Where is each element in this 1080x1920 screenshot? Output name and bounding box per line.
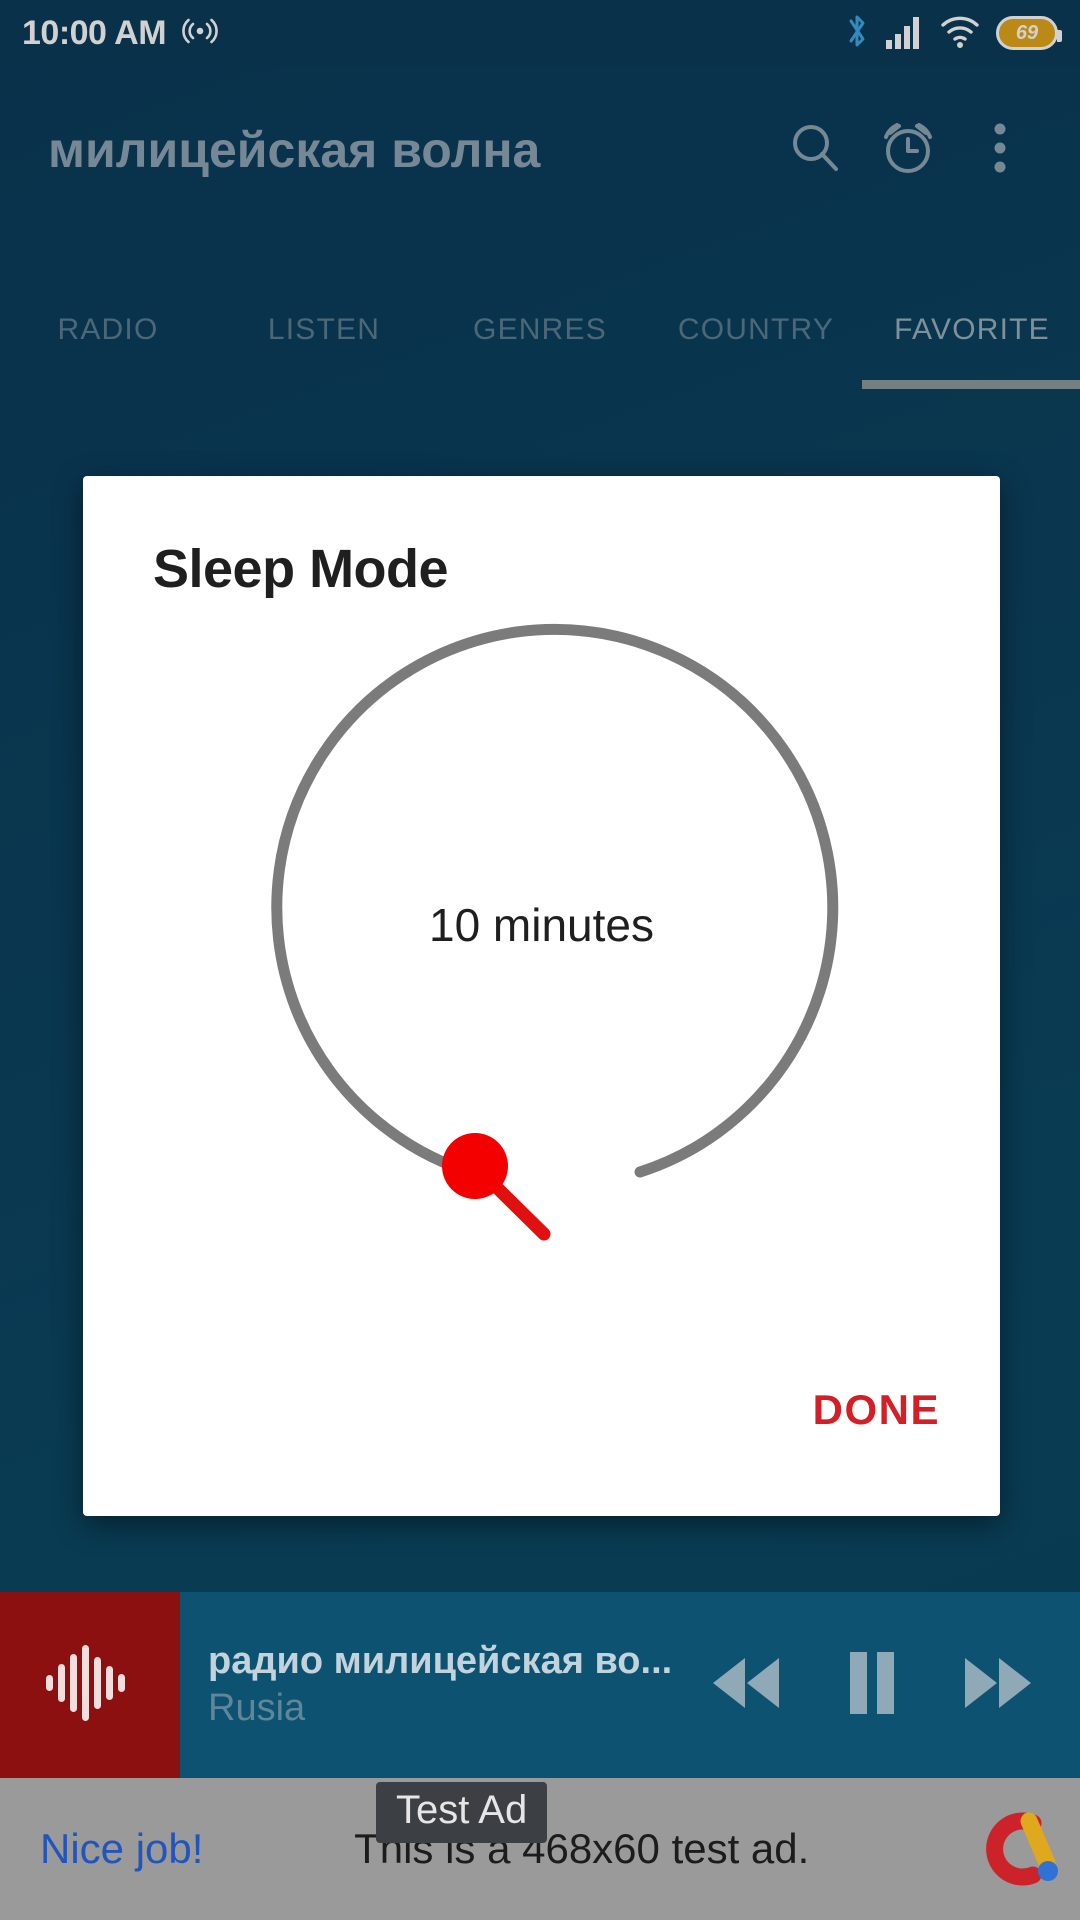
station-artwork[interactable] <box>0 1592 180 1778</box>
phone-screen: 10:00 AM 69 милицейская волна RADIO LIST… <box>0 0 1080 1920</box>
circular-timer-slider[interactable]: 10 minutes <box>83 606 1000 1306</box>
previous-button[interactable] <box>698 1637 794 1733</box>
player-controls <box>698 1592 1080 1778</box>
now-playing-bar: радио милицейская во... Rusia <box>0 1592 1080 1778</box>
play-pause-button[interactable] <box>824 1637 920 1733</box>
next-button[interactable] <box>950 1637 1046 1733</box>
done-button[interactable]: DONE <box>813 1386 940 1434</box>
admob-logo-icon <box>960 1803 1080 1895</box>
timer-value-label: 10 minutes <box>428 899 654 951</box>
timer-knob-handle[interactable] <box>441 1133 508 1199</box>
fast-forward-icon <box>959 1652 1037 1719</box>
waveform-icon <box>34 1627 146 1744</box>
ad-body-text: This is a 468x60 test ad. <box>354 1825 810 1872</box>
station-info[interactable]: радио милицейская во... Rusia <box>180 1592 698 1778</box>
sleep-mode-dialog: Sleep Mode 10 minutes DONE <box>83 476 1000 1516</box>
dialog-title: Sleep Mode <box>153 539 449 599</box>
rewind-icon <box>707 1652 785 1719</box>
ad-cta-link[interactable]: Nice job! <box>0 1825 203 1873</box>
station-title: радио милицейская во... <box>208 1640 673 1682</box>
pause-icon <box>844 1649 900 1722</box>
ad-test-badge: Test Ad <box>376 1782 548 1843</box>
station-country: Rusia <box>208 1687 306 1729</box>
